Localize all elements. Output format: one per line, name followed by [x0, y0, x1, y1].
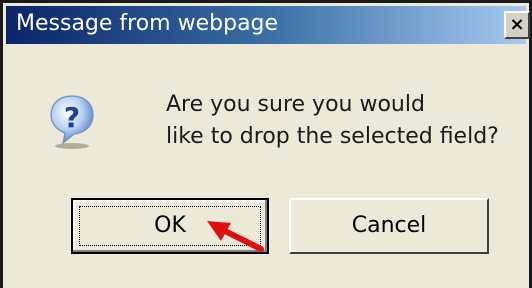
- svg-text:?: ?: [64, 101, 80, 134]
- message-dialog: Message from webpage × ? Are you sure yo…: [0, 0, 532, 288]
- ok-button-label: OK: [154, 213, 186, 238]
- question-icon: ?: [50, 95, 94, 149]
- message-line-1: Are you sure you would: [166, 92, 425, 117]
- close-button[interactable]: ×: [504, 11, 530, 39]
- title-bar[interactable]: Message from webpage ×: [6, 6, 530, 44]
- annotation-arrow-icon: [207, 221, 264, 252]
- message-line-2: like to drop the selected field?: [166, 124, 499, 149]
- dialog-title: Message from webpage: [16, 11, 279, 36]
- cancel-button-label: Cancel: [351, 213, 427, 238]
- cancel-button[interactable]: Cancel: [289, 198, 489, 254]
- close-icon: ×: [509, 14, 525, 35]
- dialog-message: Are you sure you would like to drop the …: [166, 89, 526, 153]
